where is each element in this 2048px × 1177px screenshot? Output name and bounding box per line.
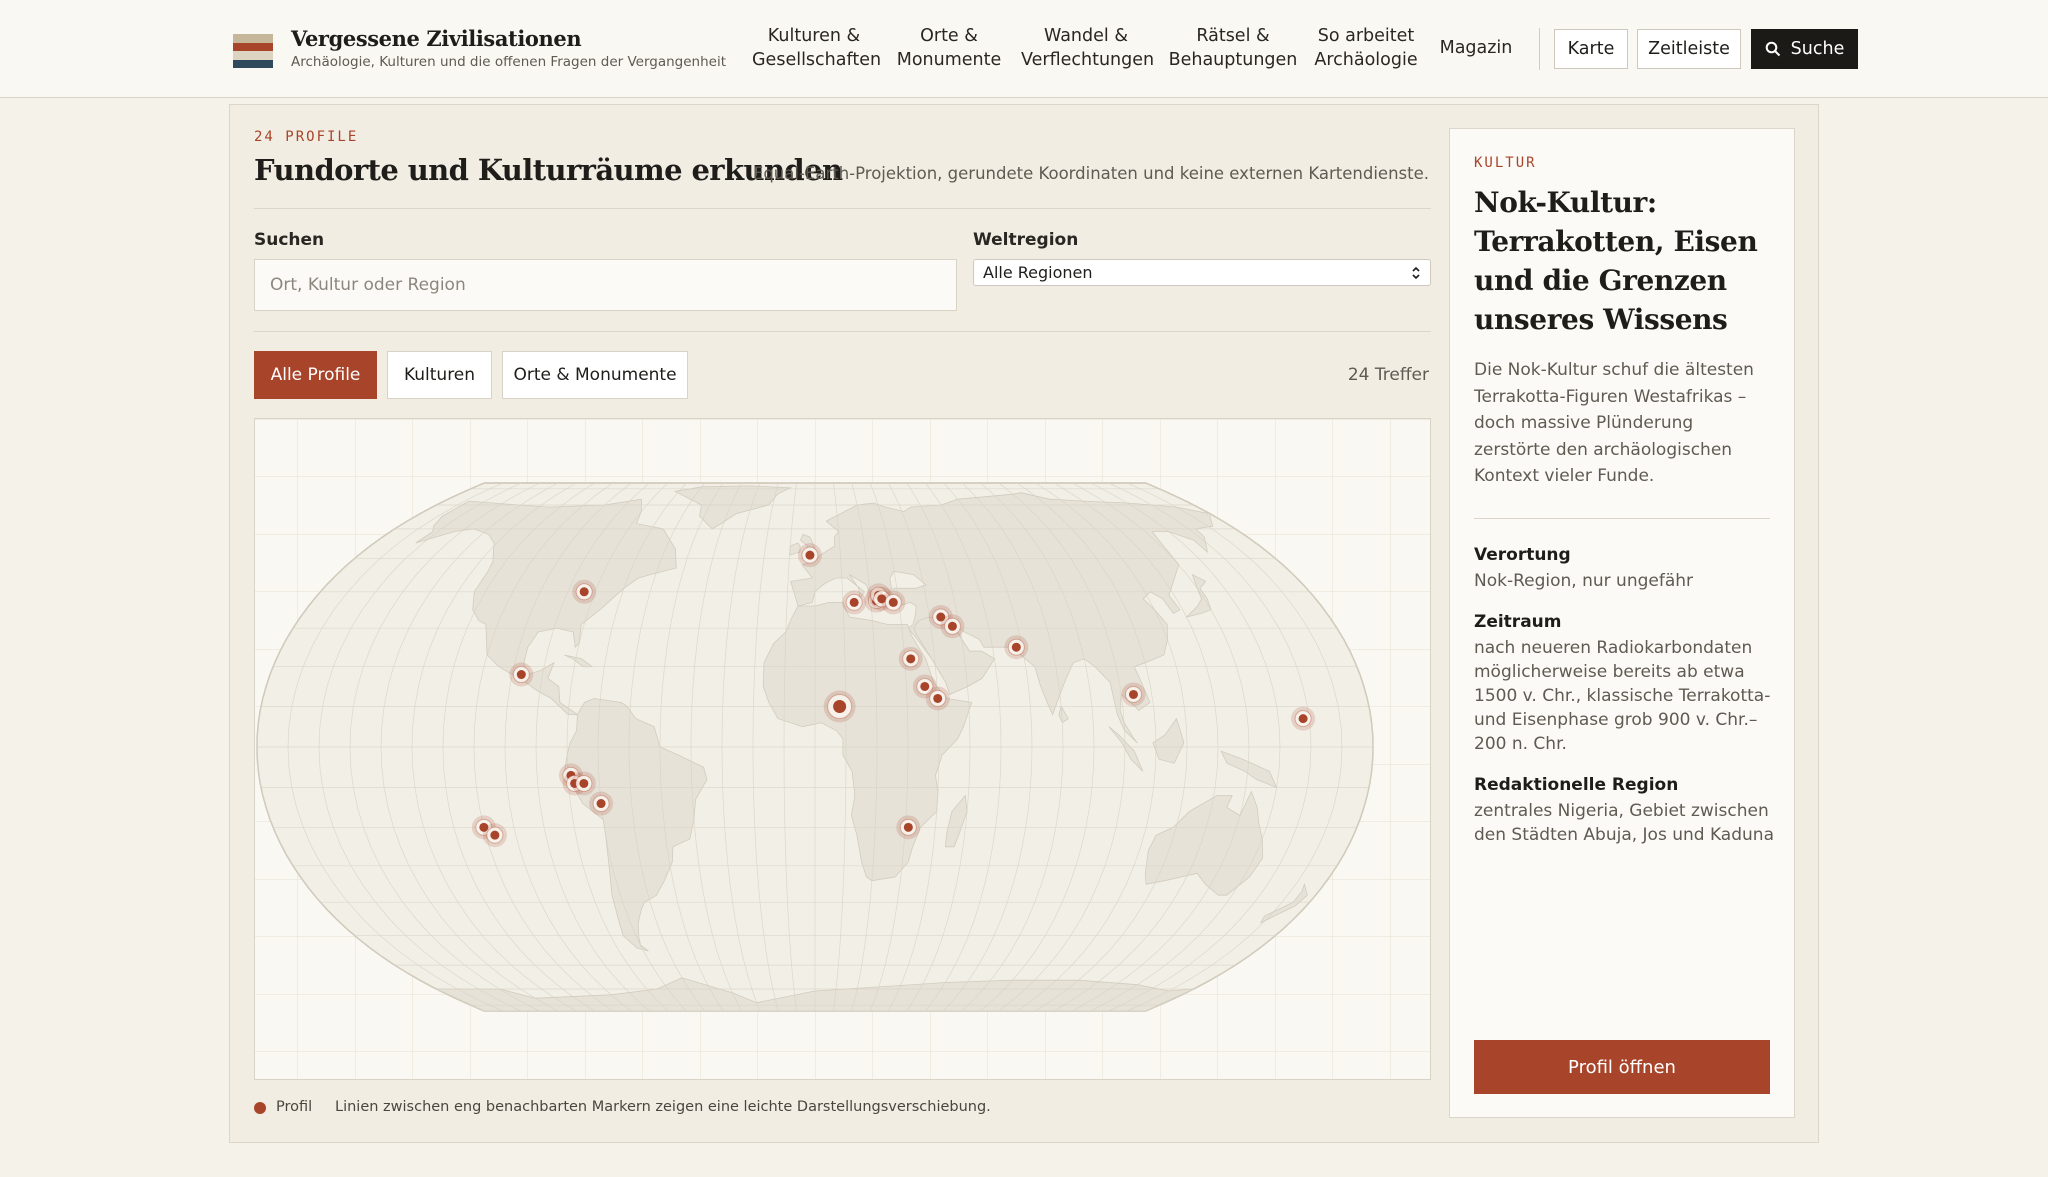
search-input[interactable] — [254, 259, 957, 311]
search-icon — [1765, 41, 1780, 57]
search-button-label: Suche — [1790, 39, 1845, 59]
map-marker[interactable] — [482, 823, 507, 848]
marker-dot — [490, 830, 500, 840]
marker-dot — [833, 700, 847, 714]
nav-kulturen[interactable]: Kulturen & Gesellschaften — [752, 24, 881, 72]
legend-note: Linien zwischen eng benachbarten Markern… — [335, 1099, 991, 1115]
marker-dot — [906, 654, 916, 664]
nav-wandel[interactable]: Wandel & Verflechtungen — [1021, 24, 1154, 72]
map-marker[interactable] — [925, 686, 950, 711]
world-map[interactable] — [254, 418, 1431, 1080]
region-select-value: Alle Regionen — [983, 263, 1093, 282]
nav-orte[interactable]: Orte & Monumente — [893, 24, 1005, 72]
divider — [1474, 518, 1770, 519]
profile-title: Nok-Kultur: Terrakotten, Eisen und die G… — [1474, 186, 1758, 336]
nav-raetsel[interactable]: Rätsel & Behauptungen — [1168, 24, 1298, 72]
marker-dot — [516, 670, 526, 680]
marker-dot — [1011, 642, 1021, 652]
legend-label: Profil — [276, 1099, 313, 1115]
tab-sites-monuments[interactable]: Orte & Monumente — [502, 351, 688, 399]
legend-marker-icon — [254, 1102, 266, 1114]
tab-all-profiles[interactable]: Alle Profile — [254, 351, 377, 399]
site-logo[interactable] — [233, 34, 273, 68]
fact-label-period: Zeitraum — [1474, 612, 1562, 632]
tab-cultures[interactable]: Kulturen — [387, 351, 492, 399]
fact-value-region: zentrales Nigeria, Gebiet zwischen den S… — [1474, 801, 1774, 845]
open-profile-button[interactable]: Profil öffnen — [1474, 1040, 1770, 1094]
search-label: Suchen — [254, 230, 325, 250]
hit-count: 24 Treffer — [1347, 365, 1429, 385]
profile-count-kicker: 24 PROFILE — [254, 129, 359, 145]
timeline-button[interactable]: Zeitleiste — [1637, 29, 1741, 69]
map-button[interactable]: Karte — [1554, 29, 1628, 69]
map-marker[interactable] — [571, 771, 596, 796]
map-marker[interactable] — [940, 614, 965, 639]
marker-dot — [1128, 689, 1138, 699]
divider — [254, 331, 1431, 332]
map-marker[interactable] — [572, 579, 597, 604]
marker-dot — [1298, 714, 1308, 724]
fact-label-region: Redaktionelle Region — [1474, 775, 1679, 795]
projection-note: Equal-Earth-Projektion, gerundete Koordi… — [752, 164, 1429, 183]
profile-description: Die Nok-Kultur schuf die ältesten Terrak… — [1474, 360, 1754, 486]
marker-dot — [579, 587, 589, 597]
map-marker[interactable] — [797, 543, 822, 568]
map-marker[interactable] — [1291, 706, 1316, 731]
map-marker[interactable] — [896, 815, 921, 840]
marker-dot — [805, 550, 815, 560]
site-header: Vergessene Zivilisationen Archäologie, K… — [0, 0, 2048, 98]
marker-dot — [947, 621, 957, 631]
map-canvas[interactable] — [255, 419, 1430, 1079]
nav-magazin[interactable]: Magazin — [1436, 36, 1516, 60]
marker-dot — [903, 822, 913, 832]
marker-dot — [596, 799, 606, 809]
region-select[interactable]: Alle Regionen — [973, 259, 1431, 286]
fact-value-location: Nok-Region, nur ungefähr — [1474, 571, 1694, 591]
map-marker[interactable] — [509, 662, 534, 687]
map-marker[interactable] — [1004, 635, 1029, 660]
site-title[interactable]: Vergessene Zivilisationen — [291, 26, 582, 51]
map-marker[interactable] — [1121, 682, 1146, 707]
profile-kicker: KULTUR — [1474, 155, 1537, 171]
marker-dot — [579, 778, 589, 788]
fact-label-location: Verortung — [1474, 545, 1571, 565]
marker-dot — [933, 693, 943, 703]
map-marker[interactable] — [589, 791, 614, 816]
divider — [254, 208, 1431, 209]
map-marker-selected[interactable] — [823, 690, 856, 723]
marker-dot — [920, 681, 930, 691]
nav-divider — [1539, 28, 1540, 70]
site-subtitle: Archäologie, Kulturen und die offenen Fr… — [291, 54, 727, 70]
explorer-panel: 24 PROFILE Fundorte und Kulturräume erku… — [229, 104, 1819, 1143]
marker-dot — [849, 597, 859, 607]
map-marker[interactable] — [898, 646, 923, 671]
map-marker[interactable] — [881, 590, 906, 615]
chevron-updown-icon — [1412, 266, 1420, 279]
nav-archaeologie[interactable]: So arbeitet Archäologie — [1313, 24, 1419, 72]
fact-value-period: nach neueren Radiokarbondaten möglicherw… — [1474, 638, 1771, 754]
profile-card: KULTUR Nok-Kultur: Terrakotten, Eisen un… — [1449, 128, 1795, 1118]
map-marker[interactable] — [842, 590, 867, 615]
marker-dot — [888, 597, 898, 607]
search-button[interactable]: Suche — [1751, 29, 1858, 69]
region-label: Weltregion — [973, 230, 1079, 250]
